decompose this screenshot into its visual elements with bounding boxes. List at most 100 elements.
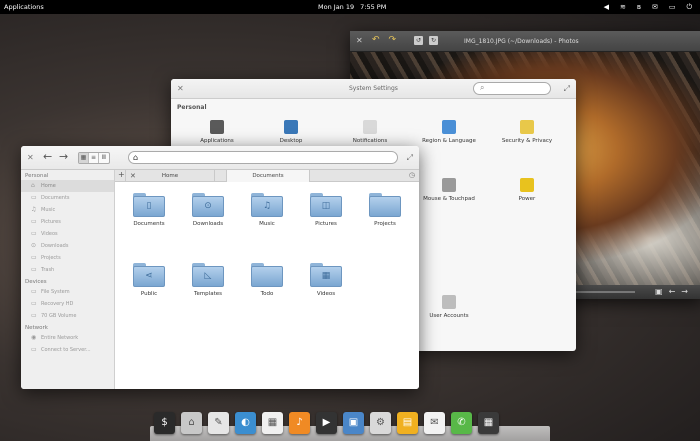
- tab-home[interactable]: ✕ Home: [125, 170, 215, 182]
- clock[interactable]: Mon Jan 19 7:55 PM: [318, 3, 386, 11]
- downloads-icon: ⊙: [204, 201, 212, 211]
- undo-icon[interactable]: ↶: [372, 35, 380, 45]
- folder-downloads[interactable]: ⊙ Downloads: [184, 193, 232, 227]
- sidebar-item-trash[interactable]: ▭ Trash: [21, 264, 114, 276]
- close-icon[interactable]: ✕: [356, 36, 363, 45]
- close-icon[interactable]: ✕: [177, 84, 184, 93]
- folder-label: Public: [140, 291, 158, 297]
- files-headerbar: ✕ ← → ▦ ≡ Ⅲ ⌂ ⤢: [21, 146, 419, 170]
- close-icon[interactable]: ✕: [27, 153, 34, 162]
- folder-label: Todo: [260, 291, 274, 297]
- sidebar-item-label: Pictures: [41, 219, 61, 225]
- sidebar-item-documents[interactable]: ▭ Documents: [21, 192, 114, 204]
- file-system-icon: ▭: [31, 288, 37, 295]
- settings-security-privacy[interactable]: Security & Privacy: [487, 120, 567, 144]
- applications-icon: [210, 120, 224, 134]
- folder-videos[interactable]: ▦ Videos: [302, 263, 350, 297]
- rotate-right-icon[interactable]: ↻: [429, 36, 438, 45]
- sidebar-item-music[interactable]: ♫ Music: [21, 204, 114, 216]
- settings-mouse-touchpad[interactable]: Mouse & Touchpad: [409, 178, 489, 202]
- tab-documents[interactable]: Documents: [226, 170, 310, 182]
- maximize-icon[interactable]: ⤢: [564, 84, 570, 94]
- top-panel: Applications Mon Jan 19 7:55 PM ◀ ≋ ʙ ✉ ▭ ⏻: [0, 0, 700, 14]
- sidebar-item-label: Recovery HD: [41, 301, 74, 307]
- settings-region-language[interactable]: Region & Language: [409, 120, 489, 144]
- sidebar-item-connect-to-server[interactable]: ▭ Connect to Server...: [21, 344, 114, 356]
- grid-view-icon[interactable]: ▦: [79, 153, 89, 163]
- sidebar-item-videos[interactable]: ▭ Videos: [21, 228, 114, 240]
- wifi-icon[interactable]: ≋: [620, 2, 626, 12]
- rotate-left-icon[interactable]: ↺: [414, 36, 423, 45]
- folder-public[interactable]: ⋖ Public: [125, 263, 173, 297]
- dock-appcenter-icon[interactable]: ▤: [397, 412, 418, 434]
- dock-videos-icon[interactable]: ▶: [316, 412, 337, 434]
- new-tab-icon[interactable]: +: [118, 170, 125, 179]
- tab-bar: + ✕ Home Documents ◷: [115, 170, 419, 182]
- bluetooth-icon[interactable]: ʙ: [637, 2, 641, 12]
- folder-music[interactable]: ♫ Music: [243, 193, 291, 227]
- battery-icon[interactable]: ▭: [669, 2, 676, 12]
- mail-icon[interactable]: ✉: [652, 2, 658, 12]
- zoom-slider[interactable]: [575, 291, 635, 293]
- previous-arrow-icon[interactable]: ←: [669, 287, 676, 296]
- dock-mail-icon[interactable]: ✉: [424, 412, 445, 434]
- location-bar[interactable]: ⌂: [128, 151, 398, 164]
- settings-item-label: Notifications: [352, 138, 388, 144]
- folder-icon: ⋖: [133, 263, 165, 287]
- dock-chat-icon[interactable]: ✆: [451, 412, 472, 434]
- sidebar-item-recovery-hd[interactable]: ▭ Recovery HD: [21, 298, 114, 310]
- folder-todo[interactable]: Todo: [243, 263, 291, 297]
- folder-pictures[interactable]: ◫ Pictures: [302, 193, 350, 227]
- back-arrow-icon[interactable]: ←: [43, 150, 52, 163]
- folder-icon: ▦: [310, 263, 342, 287]
- dock-scratch-icon[interactable]: ✎: [208, 412, 229, 434]
- sidebar-item-home[interactable]: ⌂ Home: [21, 180, 114, 192]
- folder-templates[interactable]: ◺ Templates: [184, 263, 232, 297]
- folder-label: Music: [259, 221, 275, 227]
- dock-terminal-icon[interactable]: $: [154, 412, 175, 434]
- sidebar-item-downloads[interactable]: ⊙ Downloads: [21, 240, 114, 252]
- sidebar-item-entire-network[interactable]: ◉ Entire Network: [21, 332, 114, 344]
- history-icon[interactable]: ◷: [409, 171, 415, 179]
- settings-applications[interactable]: Applications: [177, 120, 257, 144]
- settings-desktop[interactable]: Desktop: [251, 120, 331, 144]
- settings-item-label: Security & Privacy: [501, 138, 553, 144]
- next-arrow-icon[interactable]: →: [681, 287, 688, 296]
- entire-network-icon: ◉: [31, 334, 37, 341]
- redo-icon[interactable]: ↷: [389, 35, 397, 45]
- dock-screenshot-icon[interactable]: ▦: [478, 412, 499, 434]
- folder-label: Templates: [194, 291, 222, 297]
- connect-to-server-icon: ▭: [31, 346, 37, 353]
- fullscreen-icon[interactable]: ▣: [655, 287, 663, 296]
- folder-icon: [369, 193, 401, 217]
- settings-power[interactable]: Power: [487, 178, 567, 202]
- settings-user-accounts[interactable]: User Accounts: [409, 295, 489, 319]
- dock-music-icon[interactable]: ♪: [289, 412, 310, 434]
- power-icon[interactable]: ⏻: [686, 2, 692, 12]
- forward-arrow-icon[interactable]: →: [59, 150, 68, 163]
- settings-search-input[interactable]: ⌕: [473, 82, 551, 95]
- sidebar-item-file-system[interactable]: ▭ File System: [21, 286, 114, 298]
- dock-switchboard-icon[interactable]: ⚙: [370, 412, 391, 434]
- folder-grid: ▯ Documents ⊙ Downloads ♫ Music ◫ Pictures Proje…: [115, 183, 419, 389]
- dock-calendar-icon[interactable]: ▦: [262, 412, 283, 434]
- column-view-icon[interactable]: Ⅲ: [99, 153, 109, 163]
- dock: $ ⌂ ✎ ◐ ▦ ♪ ▶ ▣ ⚙ ▤ ✉ ✆ ▦: [150, 410, 550, 441]
- folder-label: Downloads: [192, 221, 224, 227]
- sidebar-item-70-gb-volume[interactable]: ▭ 70 GB Volume: [21, 310, 114, 322]
- maximize-icon[interactable]: ⤢: [407, 153, 413, 163]
- sidebar-item-pictures[interactable]: ▭ Pictures: [21, 216, 114, 228]
- close-tab-icon[interactable]: ✕: [130, 170, 136, 182]
- folder-icon: ◫: [310, 193, 342, 217]
- dock-photos-icon[interactable]: ▣: [343, 412, 364, 434]
- dock-files-icon[interactable]: ⌂: [181, 412, 202, 434]
- volume-icon[interactable]: ◀: [604, 2, 609, 12]
- home-icon[interactable]: ⌂: [133, 153, 138, 162]
- list-view-icon[interactable]: ≡: [89, 153, 99, 163]
- folder-projects[interactable]: Projects: [361, 193, 409, 227]
- dock-midori-icon[interactable]: ◐: [235, 412, 256, 434]
- sidebar-item-projects[interactable]: ▭ Projects: [21, 252, 114, 264]
- settings-notifications[interactable]: Notifications: [330, 120, 410, 144]
- applications-menu[interactable]: Applications: [4, 3, 44, 11]
- folder-documents[interactable]: ▯ Documents: [125, 193, 173, 227]
